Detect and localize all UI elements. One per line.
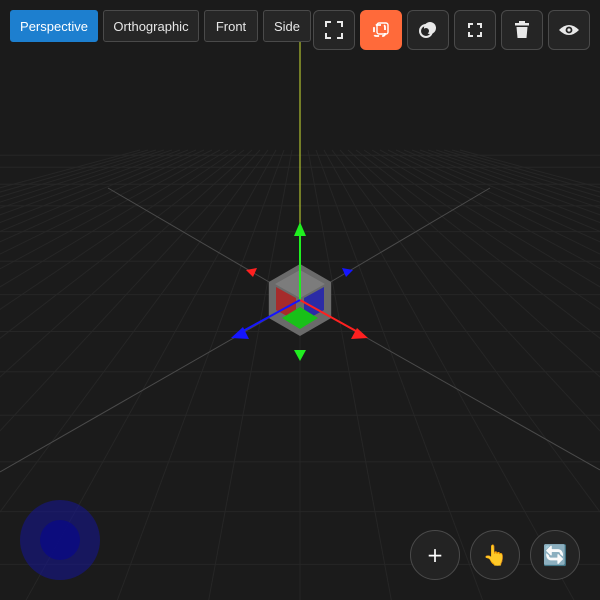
3d-viewport[interactable] [0, 0, 600, 600]
negative-y-marker [294, 350, 306, 361]
side-button[interactable]: Side [263, 10, 311, 42]
front-button[interactable]: Front [204, 10, 258, 42]
grid-line [435, 149, 600, 203]
pointer-mode-button[interactable]: 👆 [470, 530, 520, 580]
rotate-mode-button[interactable]: 🔄 [530, 530, 580, 580]
plus-icon: + [426, 543, 444, 567]
fullscreen-button[interactable] [313, 10, 355, 50]
trash-icon [515, 21, 529, 38]
rotate-arrows-icon: 🔄 [542, 543, 568, 567]
add-button[interactable]: + [410, 530, 460, 580]
grid-line [443, 149, 600, 198]
grid-line [459, 149, 600, 189]
visibility-button[interactable] [548, 10, 590, 50]
select-mode-button[interactable] [360, 10, 402, 50]
focus-button[interactable] [454, 10, 496, 50]
eye-icon [559, 25, 579, 35]
orthographic-button[interactable]: Orthographic [103, 10, 199, 42]
delete-button[interactable] [501, 10, 543, 50]
perspective-button[interactable]: Perspective [10, 10, 98, 42]
pointer-hand-icon: 👆 [482, 543, 508, 567]
blend-mode-icon [419, 22, 436, 38]
focus-icon [468, 23, 482, 37]
select-mode-icon [373, 22, 389, 37]
joystick-knob[interactable] [40, 520, 80, 560]
movement-joystick[interactable] [20, 500, 100, 580]
grid-line [427, 149, 600, 209]
blend-mode-button[interactable] [407, 10, 449, 50]
y-axis-arrow [294, 222, 306, 236]
fullscreen-icon [325, 21, 343, 39]
world-axis-line [0, 299, 301, 473]
